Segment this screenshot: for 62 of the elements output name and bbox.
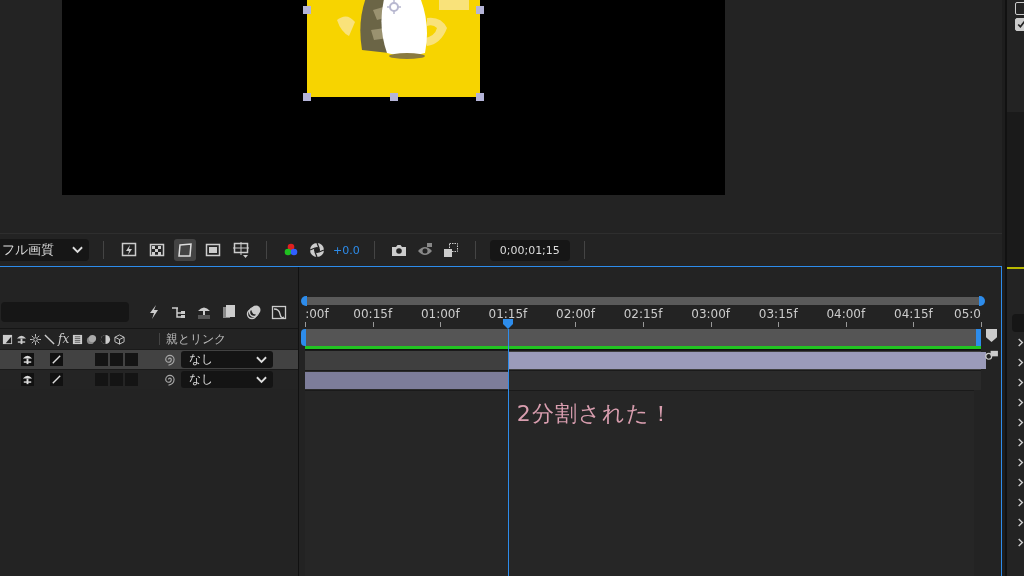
adjustment-icon — [100, 333, 112, 345]
ruler-label: 03:15f — [758, 307, 798, 321]
quality-switch-icon[interactable] — [50, 353, 63, 366]
cube-icon — [114, 333, 126, 345]
ruler-label: 04:00f — [826, 307, 866, 321]
work-area-start-handle[interactable] — [301, 329, 307, 346]
frame-blend-icon[interactable] — [221, 304, 237, 320]
switch-box[interactable] — [110, 353, 123, 366]
ruler-label: :00f — [305, 307, 329, 321]
effects-column-label: fx — [58, 332, 70, 346]
navigator-end-handle[interactable] — [979, 296, 985, 306]
transform-handle[interactable] — [303, 6, 311, 14]
aperture-icon[interactable] — [309, 242, 325, 258]
ruler-label: 04:15f — [894, 307, 933, 321]
layer-row[interactable]: なし — [0, 349, 299, 369]
ruler-label: 02:00f — [556, 307, 595, 321]
comp-marker-icon[interactable] — [986, 329, 997, 342]
frame-blend-icon — [72, 333, 84, 345]
camera-icon[interactable] — [390, 242, 407, 258]
eye-icon[interactable] — [416, 242, 433, 258]
slash-icon — [44, 333, 55, 345]
motion-blur-icon — [86, 333, 98, 345]
mask-path-button[interactable] — [174, 239, 196, 261]
ruler-label: 05:0 — [954, 307, 981, 321]
transform-handle[interactable] — [303, 93, 311, 101]
shy-icon — [16, 333, 27, 345]
transform-handle[interactable] — [476, 6, 484, 14]
work-area-end-handle[interactable] — [976, 329, 981, 346]
chevron-down-icon — [72, 246, 83, 254]
ruler-label: 01:15f — [488, 307, 528, 321]
column-header[interactable]: 親とリンク — [166, 330, 227, 348]
guides-button[interactable] — [230, 239, 252, 261]
transform-handle[interactable] — [390, 93, 398, 101]
ruler-label: 01:00f — [420, 307, 460, 321]
ruler-label: 00:15f — [353, 307, 393, 321]
chevron-down-icon — [256, 375, 267, 384]
time-ruler[interactable]: :00f 00:15f 01:00f 01:15f 02:00f 02:15f 03:00f 03:15f 04:00f 04:15f 05:0 — [305, 305, 981, 329]
parent-dropdown[interactable]: なし — [181, 371, 273, 388]
sun-icon — [30, 333, 41, 345]
parent-dropdown[interactable]: なし — [181, 351, 273, 368]
transform-handle[interactable] — [476, 93, 484, 101]
timecode-field[interactable]: 0;00;01;15 — [489, 239, 570, 261]
show-snapshot-icon[interactable] — [442, 242, 459, 258]
ruler-label: 02:15f — [623, 307, 663, 321]
quality-dropdown[interactable]: フル画質 — [0, 239, 89, 261]
motion-blur-icon[interactable] — [246, 304, 262, 320]
annotation-text: 2分割された！ — [516, 400, 673, 428]
color-channels-icon[interactable] — [283, 242, 299, 258]
quality-switch-icon[interactable] — [50, 373, 63, 386]
pick-whip-icon[interactable] — [162, 373, 175, 386]
pick-whip-icon[interactable] — [162, 353, 175, 366]
switch-box[interactable] — [95, 353, 108, 366]
chevron-down-icon — [256, 355, 267, 364]
navigator-start-handle[interactable] — [301, 296, 308, 306]
exposure-value[interactable]: +0.0 — [333, 243, 360, 257]
shy-switch-icon[interactable] — [21, 353, 34, 366]
switch-box[interactable] — [125, 353, 138, 366]
ruler-label: 03:00f — [691, 307, 731, 321]
graph-editor-icon[interactable] — [271, 304, 287, 320]
hierarchy-icon[interactable] — [171, 304, 187, 320]
shy-switch-icon[interactable] — [21, 373, 34, 386]
layer-row[interactable]: なし — [0, 369, 299, 389]
